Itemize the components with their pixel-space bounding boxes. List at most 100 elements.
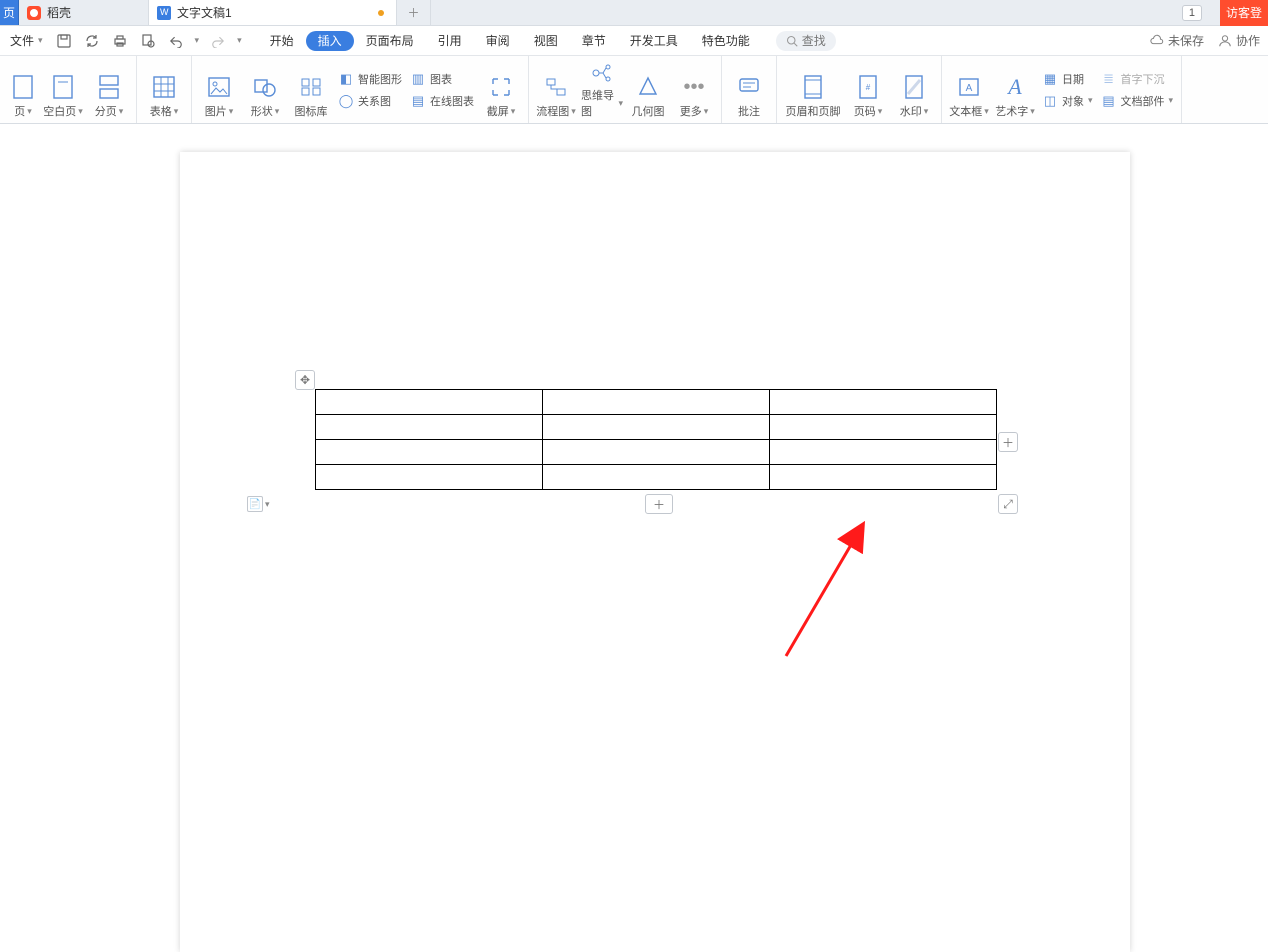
image-icon: [205, 73, 233, 101]
file-menu-label: 文件: [10, 32, 34, 49]
docparts-button[interactable]: ▤文档部件▾: [1101, 93, 1174, 109]
table-cell[interactable]: [316, 440, 543, 465]
cloud-icon: [1150, 34, 1164, 48]
page-break-button[interactable]: 分页▾: [88, 60, 130, 119]
watermark-label: 水印: [900, 103, 922, 119]
iconlib-button[interactable]: 图标库: [290, 60, 332, 119]
flowchart-icon: [542, 73, 570, 101]
relation-button[interactable]: ◯关系图: [338, 93, 402, 109]
table-cell[interactable]: [543, 390, 770, 415]
search-input[interactable]: 查找: [776, 31, 836, 51]
flowchart-button[interactable]: 流程图▾: [535, 60, 577, 119]
table-move-handle[interactable]: ✥: [295, 370, 315, 390]
tab-home[interactable]: 页: [0, 0, 19, 25]
table-row[interactable]: [316, 415, 997, 440]
table-cell[interactable]: [316, 465, 543, 490]
geometry-button[interactable]: 几何图: [627, 60, 669, 119]
geometry-label: 几何图: [632, 103, 665, 119]
table-cell[interactable]: [543, 440, 770, 465]
smartart-button[interactable]: ◧智能图形: [338, 71, 402, 87]
tab-devtools[interactable]: 开发工具: [618, 26, 690, 55]
table-row[interactable]: [316, 440, 997, 465]
onlinechart-button[interactable]: ▤在线图表: [410, 93, 474, 109]
object-button[interactable]: ◫对象▾: [1042, 93, 1093, 109]
comment-button[interactable]: 批注: [728, 60, 770, 119]
table-cell[interactable]: [316, 390, 543, 415]
tab-docer[interactable]: 稻壳: [19, 0, 149, 25]
table-button[interactable]: 表格▾: [143, 60, 185, 119]
image-button[interactable]: 图片▾: [198, 60, 240, 119]
date-button[interactable]: ▦日期: [1042, 71, 1093, 87]
wordart-button[interactable]: A 艺术字▾: [994, 60, 1036, 119]
table-cell[interactable]: [543, 465, 770, 490]
table-add-col-handle[interactable]: ＋: [998, 432, 1018, 452]
tab-pagelayout[interactable]: 页面布局: [354, 26, 426, 55]
pagenum-button[interactable]: # 页码▾: [847, 60, 889, 119]
cover-page-icon: [9, 73, 37, 101]
document-page[interactable]: [180, 152, 1130, 952]
table-resize-handle[interactable]: ⤢: [998, 494, 1018, 514]
unsaved-label: 未保存: [1168, 32, 1204, 49]
tab-view[interactable]: 视图: [522, 26, 570, 55]
document-table[interactable]: [315, 389, 997, 490]
tab-document[interactable]: 文字文稿1: [149, 0, 397, 25]
new-tab-button[interactable]: ＋: [397, 0, 431, 25]
table-cell[interactable]: [316, 415, 543, 440]
screenshot-label: 截屏: [487, 103, 509, 119]
workspace: ✥ ＋ ＋ ⤢ 📄 ▾: [0, 124, 1268, 661]
mindmap-button[interactable]: 思维导图▾: [581, 60, 623, 119]
tab-devtools-label: 开发工具: [630, 32, 678, 49]
unsaved-indicator[interactable]: 未保存: [1142, 32, 1212, 49]
iconlib-icon: [297, 73, 325, 101]
table-row[interactable]: [316, 465, 997, 490]
shape-button[interactable]: 形状▾: [244, 60, 286, 119]
textbox-button[interactable]: A 文本框▾: [948, 60, 990, 119]
mindmap-icon: [588, 60, 616, 85]
screenshot-button[interactable]: 截屏▾: [480, 60, 522, 119]
unsaved-dot-icon: [378, 10, 384, 16]
tab-special[interactable]: 特色功能: [690, 26, 762, 55]
headerfooter-button[interactable]: 页眉和页脚: [783, 60, 843, 119]
tab-start[interactable]: 开始: [258, 26, 306, 55]
cover-page-button[interactable]: 页▾: [8, 60, 38, 119]
tab-insert[interactable]: 插入: [306, 31, 354, 51]
chevron-down-icon: ▾: [38, 35, 43, 46]
dropcap-button[interactable]: ≣首字下沉: [1101, 71, 1174, 87]
more-button[interactable]: ••• 更多▾: [673, 60, 715, 119]
undo-button[interactable]: [167, 32, 185, 50]
table-cell[interactable]: [770, 440, 997, 465]
dropcap-icon: ≣: [1101, 71, 1117, 87]
table-add-row-handle[interactable]: ＋: [645, 494, 673, 514]
docparts-icon: ▤: [1101, 93, 1117, 109]
paste-options[interactable]: 📄 ▾: [247, 496, 270, 512]
table-cell[interactable]: [770, 390, 997, 415]
watermark-button[interactable]: 水印▾: [893, 60, 935, 119]
table-label: 表格: [150, 103, 172, 119]
save-icon[interactable]: [55, 32, 73, 50]
chart-button[interactable]: ▥图表: [410, 71, 474, 87]
chart-icon: ▥: [410, 71, 426, 87]
tab-review[interactable]: 审阅: [474, 26, 522, 55]
sync-icon[interactable]: [83, 32, 101, 50]
group-table: 表格▾: [137, 56, 192, 123]
collab-button[interactable]: 协作: [1214, 32, 1264, 49]
blank-page-button[interactable]: 空白页▾: [42, 60, 84, 119]
table-cell[interactable]: [770, 465, 997, 490]
login-button[interactable]: 访客登: [1220, 0, 1268, 26]
tab-reference[interactable]: 引用: [426, 26, 474, 55]
file-menu[interactable]: 文件 ▾: [4, 26, 49, 55]
print-preview-icon[interactable]: [139, 32, 157, 50]
textbox-icon: A: [955, 73, 983, 101]
page-indicator[interactable]: 1: [1182, 5, 1202, 21]
table-cell[interactable]: [770, 415, 997, 440]
search-placeholder: 查找: [802, 32, 826, 49]
tab-section[interactable]: 章节: [570, 26, 618, 55]
geometry-icon: [634, 73, 662, 101]
print-icon[interactable]: [111, 32, 129, 50]
table-cell[interactable]: [543, 415, 770, 440]
table-row[interactable]: [316, 390, 997, 415]
undo-dropdown-icon[interactable]: ▾: [195, 35, 200, 46]
qa-more-icon[interactable]: ▾: [237, 35, 242, 46]
tab-docer-label: 稻壳: [47, 4, 71, 21]
redo-button[interactable]: [209, 32, 227, 50]
